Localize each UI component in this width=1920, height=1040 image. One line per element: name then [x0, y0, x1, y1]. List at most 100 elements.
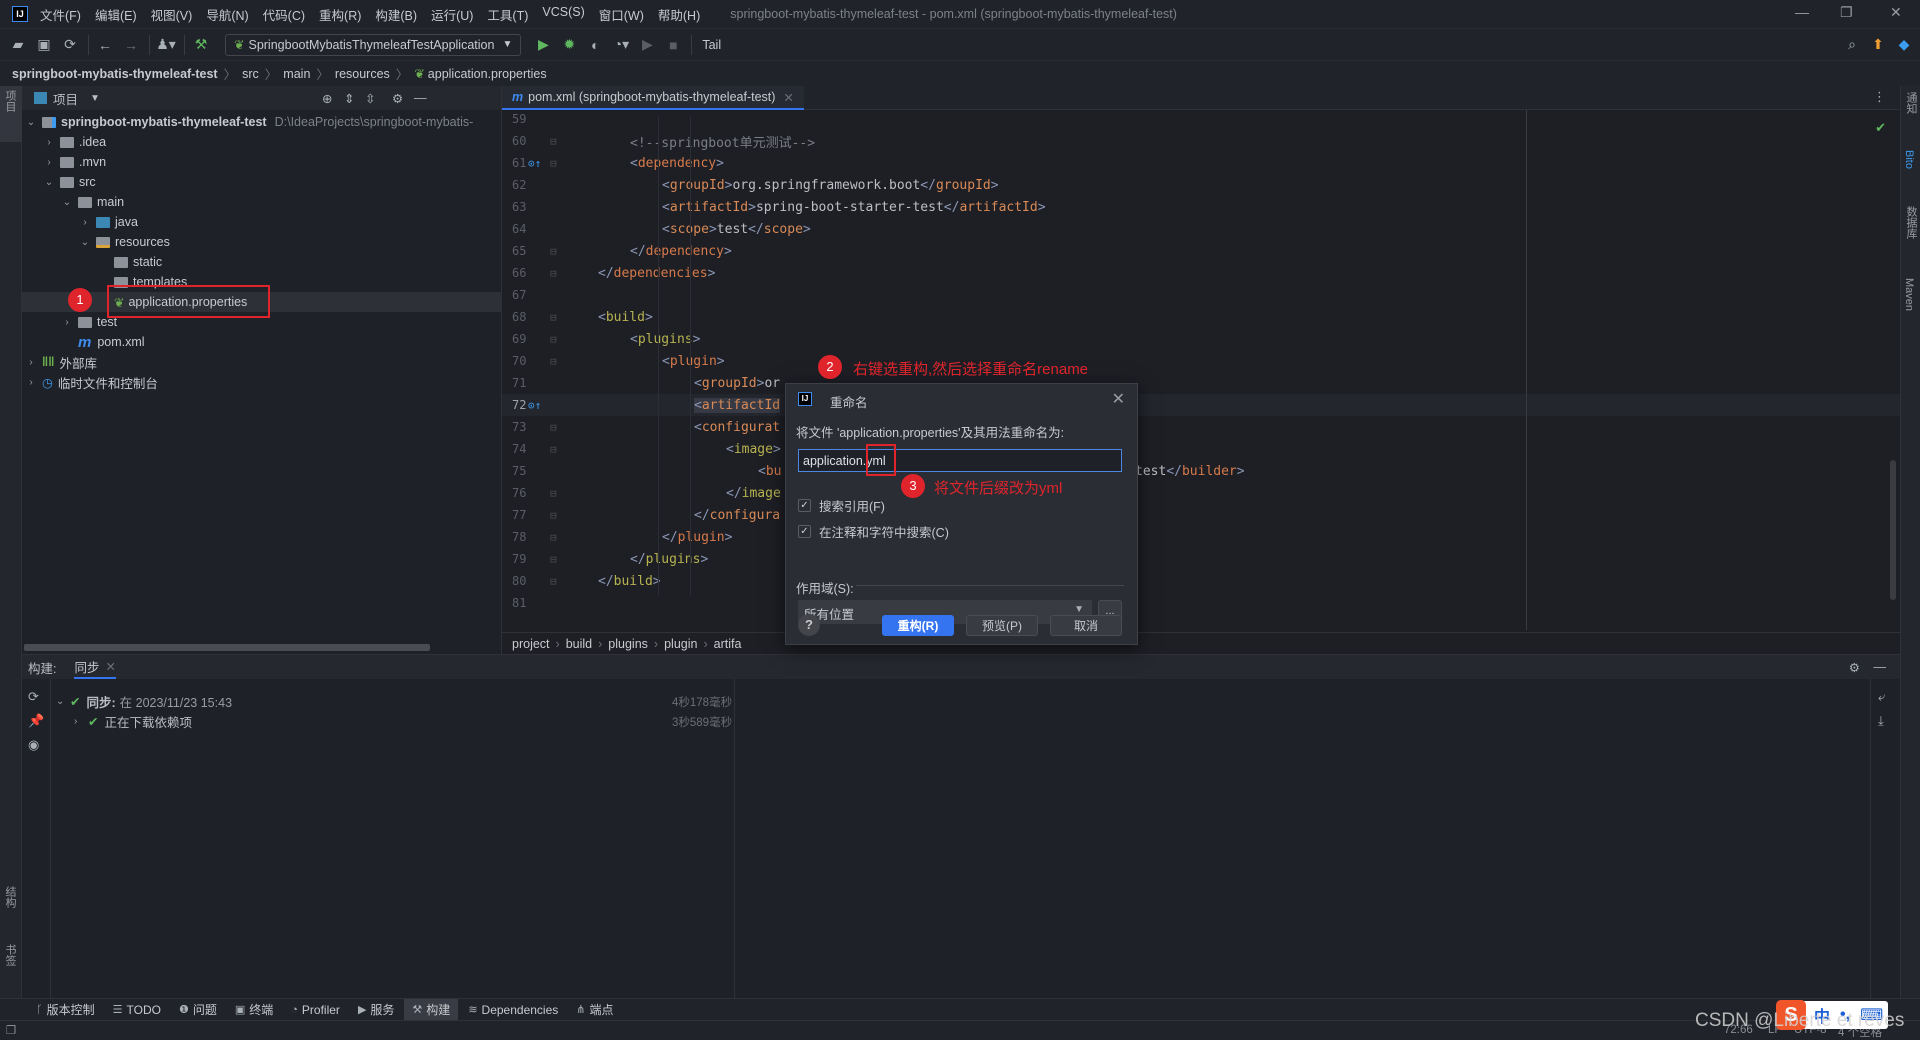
more-options-icon[interactable]: ⋮: [1873, 89, 1886, 105]
notifications-tool-button[interactable]: 通知: [1903, 92, 1919, 114]
fold-marker-icon[interactable]: ⊟: [550, 553, 557, 566]
structure-tool-button[interactable]: 结构: [2, 886, 18, 908]
fold-marker-icon[interactable]: ⊟: [550, 355, 557, 368]
tab-pom-xml[interactable]: m pom.xml (springboot-mybatis-thymeleaf-…: [502, 86, 804, 110]
close-tab-icon[interactable]: ✕: [106, 659, 116, 674]
tool-window-branch[interactable]: ᚴ 版本控制: [28, 999, 103, 1021]
hide-icon[interactable]: —: [1874, 660, 1887, 674]
refactor-button[interactable]: 重构(R): [882, 615, 954, 636]
save-icon[interactable]: ▣: [32, 34, 56, 56]
coverage-icon[interactable]: ◐: [583, 34, 607, 56]
chevron-right-icon[interactable]: ›: [42, 157, 56, 168]
fold-marker-icon[interactable]: ⊟: [550, 509, 557, 522]
soft-wrap-icon[interactable]: ⤶: [1878, 689, 1885, 705]
tool-window-layers[interactable]: ≋ Dependencies: [460, 999, 566, 1021]
stop-icon[interactable]: ■: [661, 34, 685, 56]
collapse-all-icon[interactable]: ⇳: [365, 91, 375, 106]
checkbox-checked-icon[interactable]: ✓: [798, 499, 811, 512]
hide-icon[interactable]: —: [414, 91, 427, 105]
user-icon[interactable]: ♟▾: [154, 34, 178, 56]
fold-marker-icon[interactable]: ⊟: [550, 531, 557, 544]
cancel-button[interactable]: 取消: [1050, 615, 1122, 636]
tree-item[interactable]: ⌄ main: [22, 192, 502, 212]
breadcrumb-item[interactable]: resources: [335, 67, 390, 81]
bookmarks-tool-button[interactable]: 书签: [2, 944, 18, 966]
tree-item[interactable]: ⌄ springboot-mybatis-thymeleaf-test D:\Ide…: [22, 112, 502, 132]
tree-item[interactable]: ⌄ src: [22, 172, 502, 192]
editor-breadcrumb-item[interactable]: build: [566, 637, 592, 651]
fold-marker-icon[interactable]: ⊟: [550, 157, 557, 170]
chevron-down-icon[interactable]: ⌄: [78, 237, 92, 248]
editor-breadcrumb-item[interactable]: plugins: [608, 637, 648, 651]
build-hammer-icon[interactable]: ⚒: [189, 34, 213, 56]
editor-breadcrumb-item[interactable]: plugin: [664, 637, 697, 651]
tree-item[interactable]: m pom.xml: [22, 332, 502, 352]
tool-window-list[interactable]: ☰ TODO: [105, 999, 169, 1021]
pin-icon[interactable]: 📌: [28, 713, 44, 729]
expand-all-icon[interactable]: ⇕: [344, 91, 354, 106]
close-window-icon[interactable]: ✕: [1890, 4, 1902, 21]
fold-marker-icon[interactable]: ⊟: [550, 575, 557, 588]
bito-tool-button[interactable]: Bito: [1903, 150, 1915, 169]
editor-breadcrumb-item[interactable]: project: [512, 637, 550, 651]
search-comments-checkbox[interactable]: ✓ 在注释和字符中搜索(C): [798, 522, 949, 541]
project-view-select[interactable]: 项目: [53, 89, 78, 108]
resume-icon[interactable]: ▶: [635, 34, 659, 56]
breadcrumb-item[interactable]: application.properties: [428, 67, 547, 81]
close-tab-icon[interactable]: ✕: [783, 90, 793, 105]
tool-window-profiler[interactable]: ◔ Profiler: [283, 999, 348, 1021]
menu-item[interactable]: 窗口(W): [599, 5, 644, 24]
tree-item[interactable]: › .mvn: [22, 152, 502, 172]
chevron-right-icon[interactable]: ›: [24, 377, 38, 388]
menu-item[interactable]: 工具(T): [487, 5, 528, 24]
fold-marker-icon[interactable]: ⊟: [550, 135, 557, 148]
tree-item[interactable]: › .idea: [22, 132, 502, 152]
menu-item[interactable]: 文件(F): [40, 5, 81, 24]
scroll-to-end-icon[interactable]: ⤓: [1878, 713, 1884, 729]
restore-icon[interactable]: ❐: [1840, 4, 1853, 21]
breadcrumb-item[interactable]: springboot-mybatis-thymeleaf-test: [12, 67, 218, 81]
tool-window-endpoints[interactable]: ⋔ 端点: [568, 999, 621, 1021]
forward-icon[interactable]: →: [119, 34, 143, 56]
minimize-icon[interactable]: —: [1795, 4, 1809, 20]
tree-item[interactable]: › ‖‖ 外部库: [22, 352, 502, 372]
tree-item[interactable]: › ◷ 临时文件和控制台: [22, 372, 502, 392]
breadcrumb-item[interactable]: main: [283, 67, 310, 81]
menu-item[interactable]: 帮助(H): [658, 5, 700, 24]
gear-icon[interactable]: ⚙: [1849, 660, 1860, 675]
menu-item[interactable]: 编辑(E): [95, 5, 137, 24]
run-icon[interactable]: ▶: [531, 34, 555, 56]
chevron-right-icon[interactable]: ›: [74, 716, 88, 727]
gear-icon[interactable]: ⚙: [392, 91, 403, 106]
locate-icon[interactable]: ⊕: [322, 91, 332, 106]
tree-item[interactable]: static: [22, 252, 502, 272]
fold-marker-icon[interactable]: ⊟: [550, 421, 557, 434]
chevron-right-icon[interactable]: ›: [78, 217, 92, 228]
help-button[interactable]: ?: [798, 614, 820, 636]
sync-icon[interactable]: ⟳: [58, 34, 82, 56]
update-icon[interactable]: ⬆: [1866, 34, 1890, 56]
tree-item[interactable]: ⌄ resources: [22, 232, 502, 252]
back-icon[interactable]: ←: [93, 34, 117, 56]
project-tool-button[interactable]: 项目: [0, 86, 22, 142]
build-row-sync[interactable]: ⌄ ✔ 同步: 在 2023/11/23 15:43: [56, 691, 232, 711]
tool-window-terminal[interactable]: ▣ 终端: [227, 999, 281, 1021]
fold-marker-icon[interactable]: ⊟: [550, 311, 557, 324]
build-row-download[interactable]: › ✔ 正在下载依赖项: [74, 711, 192, 731]
chevron-down-icon[interactable]: ⌄: [60, 197, 74, 208]
chevron-down-icon[interactable]: ▼: [90, 93, 100, 104]
override-gutter-icon[interactable]: ⊙↑: [528, 157, 541, 170]
breadcrumb-item[interactable]: src: [242, 67, 259, 81]
editor-vertical-scrollbar[interactable]: [1890, 460, 1896, 600]
fold-marker-icon[interactable]: ⊟: [550, 487, 557, 500]
database-tool-button[interactable]: 数据库: [1903, 206, 1919, 239]
chevron-down-icon[interactable]: ⌄: [42, 177, 56, 188]
chevron-down-icon[interactable]: ⌄: [24, 117, 38, 128]
open-folder-icon[interactable]: ▰: [6, 34, 30, 56]
menu-item[interactable]: 重构(R): [319, 5, 361, 24]
tail-button[interactable]: Tail: [702, 38, 721, 52]
tool-window-services[interactable]: ▶ 服务: [350, 999, 402, 1021]
maven-tool-button[interactable]: Maven: [1903, 278, 1915, 311]
tool-window-hammer[interactable]: ⚒ 构建: [404, 998, 459, 1021]
plugin-icon[interactable]: ◆: [1892, 34, 1916, 56]
